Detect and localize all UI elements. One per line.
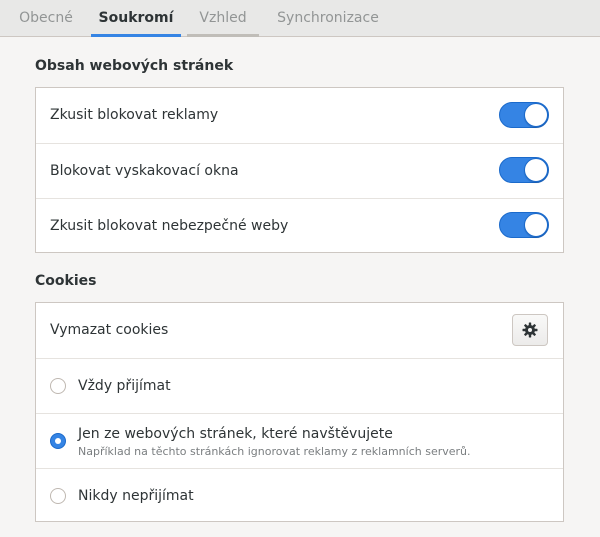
radio-visited-label: Jen ze webových stránek, které navštěvuj…: [78, 426, 393, 442]
block-popups-switch[interactable]: [499, 157, 549, 183]
block-popups-row: Blokovat vyskakovací okna: [36, 143, 563, 198]
tab-general[interactable]: Obecné: [6, 0, 86, 37]
block-malicious-sites-label: Zkusit blokovat nebezpečné weby: [50, 218, 289, 234]
block-malicious-sites-switch[interactable]: [499, 212, 549, 238]
block-ads-row: Zkusit blokovat reklamy: [36, 88, 563, 143]
clear-cookies-label: Vymazat cookies: [50, 322, 169, 338]
radio-visited[interactable]: [50, 433, 66, 449]
radio-visited-description: Například na těchto stránkách ignorovat …: [78, 445, 471, 458]
switch-knob: [524, 158, 548, 182]
switch-knob: [524, 213, 548, 237]
switch-knob: [524, 103, 548, 127]
tab-appearance[interactable]: Vzhled: [187, 0, 259, 37]
tab-sync[interactable]: Synchronizace: [265, 0, 391, 37]
radio-never[interactable]: [50, 488, 66, 504]
block-ads-switch[interactable]: [499, 102, 549, 128]
cookies-heading: Cookies: [35, 273, 97, 289]
cookie-option-always[interactable]: Vždy přijímat: [36, 358, 563, 413]
cookie-option-never[interactable]: Nikdy nepřijímat: [36, 468, 563, 523]
tab-privacy[interactable]: Soukromí: [91, 0, 181, 37]
block-popups-label: Blokovat vyskakovací okna: [50, 163, 239, 179]
web-content-heading: Obsah webových stránek: [35, 58, 234, 74]
block-ads-label: Zkusit blokovat reklamy: [50, 107, 219, 123]
radio-never-label: Nikdy nepřijímat: [78, 488, 194, 504]
tab-bar: Obecné Soukromí Vzhled Synchronizace: [0, 0, 600, 37]
clear-cookies-row: Vymazat cookies: [36, 303, 563, 358]
block-malicious-sites-row: Zkusit blokovat nebezpečné weby: [36, 198, 563, 253]
cookies-list: Vymazat cookies Vždy přijímat Jen ze web…: [35, 302, 564, 522]
gear-icon: [522, 322, 538, 338]
clear-cookies-button[interactable]: [512, 314, 548, 346]
web-content-list: Zkusit blokovat reklamy Blokovat vyskako…: [35, 87, 564, 253]
radio-always-label: Vždy přijímat: [78, 378, 171, 394]
cookie-option-visited[interactable]: Jen ze webových stránek, které navštěvuj…: [36, 413, 563, 468]
radio-always[interactable]: [50, 378, 66, 394]
radio-dot: [55, 438, 61, 444]
